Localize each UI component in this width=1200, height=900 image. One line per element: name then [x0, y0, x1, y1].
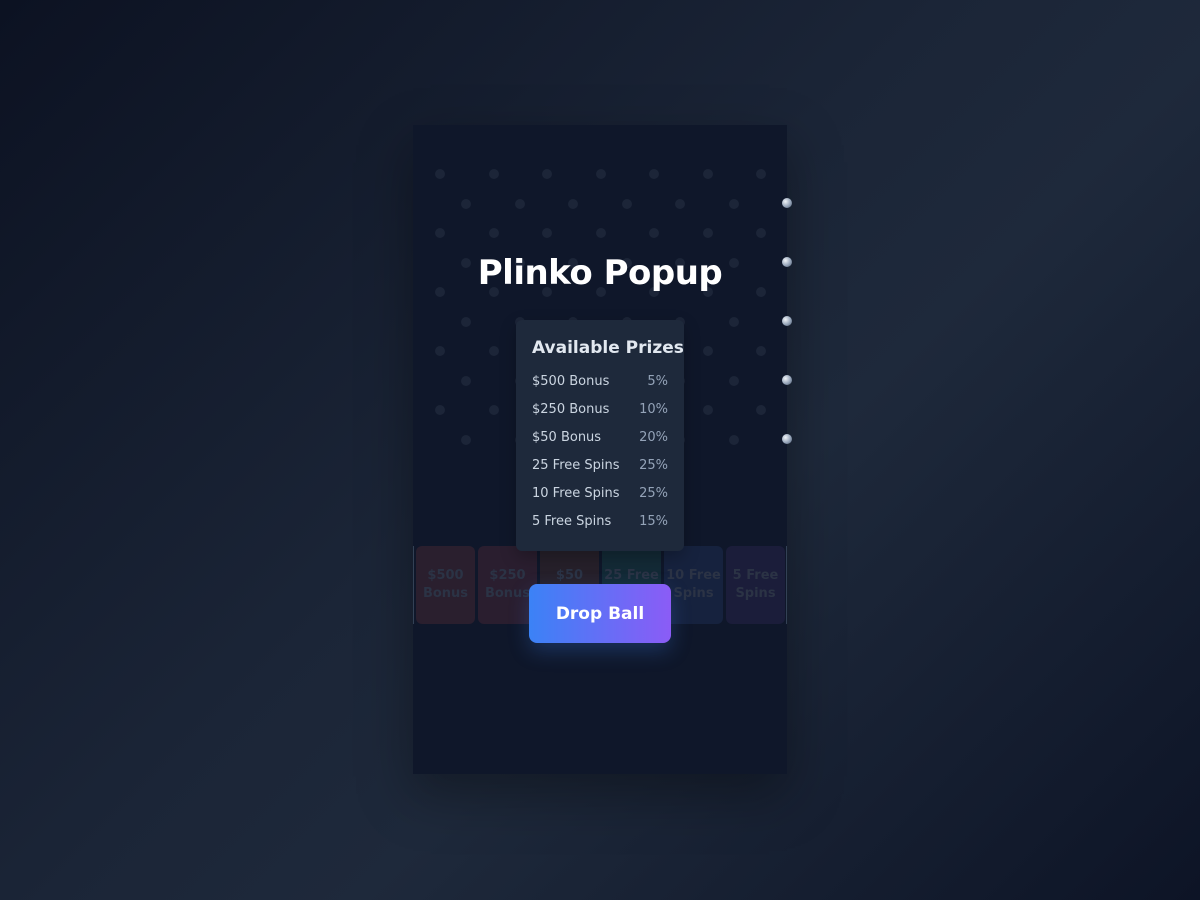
edge-peg	[782, 316, 792, 326]
peg	[595, 169, 606, 179]
peg	[488, 228, 499, 238]
peg	[542, 228, 552, 238]
edge-peg	[782, 198, 792, 208]
prize-name: $50 Bonus	[532, 430, 602, 445]
prize-chance: 10%	[639, 402, 668, 417]
peg	[702, 169, 713, 179]
prize-row: 10 Free Spins 25%	[532, 486, 668, 514]
peg	[435, 169, 445, 179]
peg	[649, 228, 659, 238]
prize-panel-heading: Available Prizes	[532, 338, 684, 358]
drop-ball-button[interactable]: Drop Ball	[529, 584, 671, 643]
prize-slot: $500 Bonus	[416, 546, 475, 624]
prize-name: 5 Free Spins	[532, 514, 612, 529]
prize-name: 10 Free Spins	[532, 486, 620, 501]
prize-name: 25 Free Spins	[532, 458, 620, 473]
prize-row: $50 Bonus 20%	[532, 430, 668, 458]
peg	[461, 198, 471, 209]
peg	[702, 346, 713, 356]
peg	[595, 228, 606, 238]
prize-panel: Available Prizes $500 Bonus 5% $250 Bonus 1…	[516, 320, 684, 551]
peg	[621, 198, 632, 209]
prize-row: $500 Bonus 5%	[532, 374, 668, 402]
prize-row: $250 Bonus 10%	[532, 402, 668, 430]
peg	[488, 169, 499, 179]
peg	[461, 375, 471, 386]
peg	[675, 198, 685, 209]
prize-chance: 25%	[639, 458, 668, 473]
prize-slot: 5 Free Spins	[726, 546, 785, 624]
peg	[461, 434, 471, 445]
slot-divider	[786, 546, 787, 624]
prize-list: $500 Bonus 5% $250 Bonus 10% $50 Bonus 20% 25 …	[532, 374, 668, 542]
prize-chance: 25%	[639, 486, 668, 501]
peg	[461, 316, 471, 327]
peg	[702, 405, 713, 415]
peg	[756, 169, 766, 179]
peg	[702, 228, 713, 238]
slot-divider	[413, 546, 414, 624]
prize-chance: 15%	[639, 514, 668, 529]
prize-chance: 20%	[639, 430, 668, 445]
edge-peg	[782, 434, 792, 444]
peg	[756, 228, 766, 238]
prize-slot: 10 Free Spins	[664, 546, 723, 624]
peg	[728, 316, 739, 327]
prize-name: $250 Bonus	[532, 402, 610, 417]
peg	[435, 228, 445, 238]
peg	[542, 169, 552, 179]
prize-row: 5 Free Spins 15%	[532, 514, 668, 542]
peg	[488, 405, 499, 415]
peg	[435, 405, 445, 415]
prize-chance: 5%	[647, 374, 668, 389]
game-title: Plinko Popup	[477, 253, 723, 293]
peg	[649, 169, 659, 179]
peg	[488, 346, 499, 356]
prize-row: 25 Free Spins 25%	[532, 458, 668, 486]
peg	[728, 375, 739, 386]
edge-peg	[782, 375, 792, 385]
peg	[435, 346, 445, 356]
plinko-board: $500 Bonus $250 Bonus $50 Bonus 25 Free Spi…	[413, 125, 792, 774]
peg	[756, 405, 766, 415]
prize-name: $500 Bonus	[532, 374, 610, 389]
peg	[728, 198, 739, 209]
peg	[514, 198, 525, 209]
peg	[728, 434, 739, 445]
peg	[568, 198, 578, 209]
peg	[756, 346, 766, 356]
